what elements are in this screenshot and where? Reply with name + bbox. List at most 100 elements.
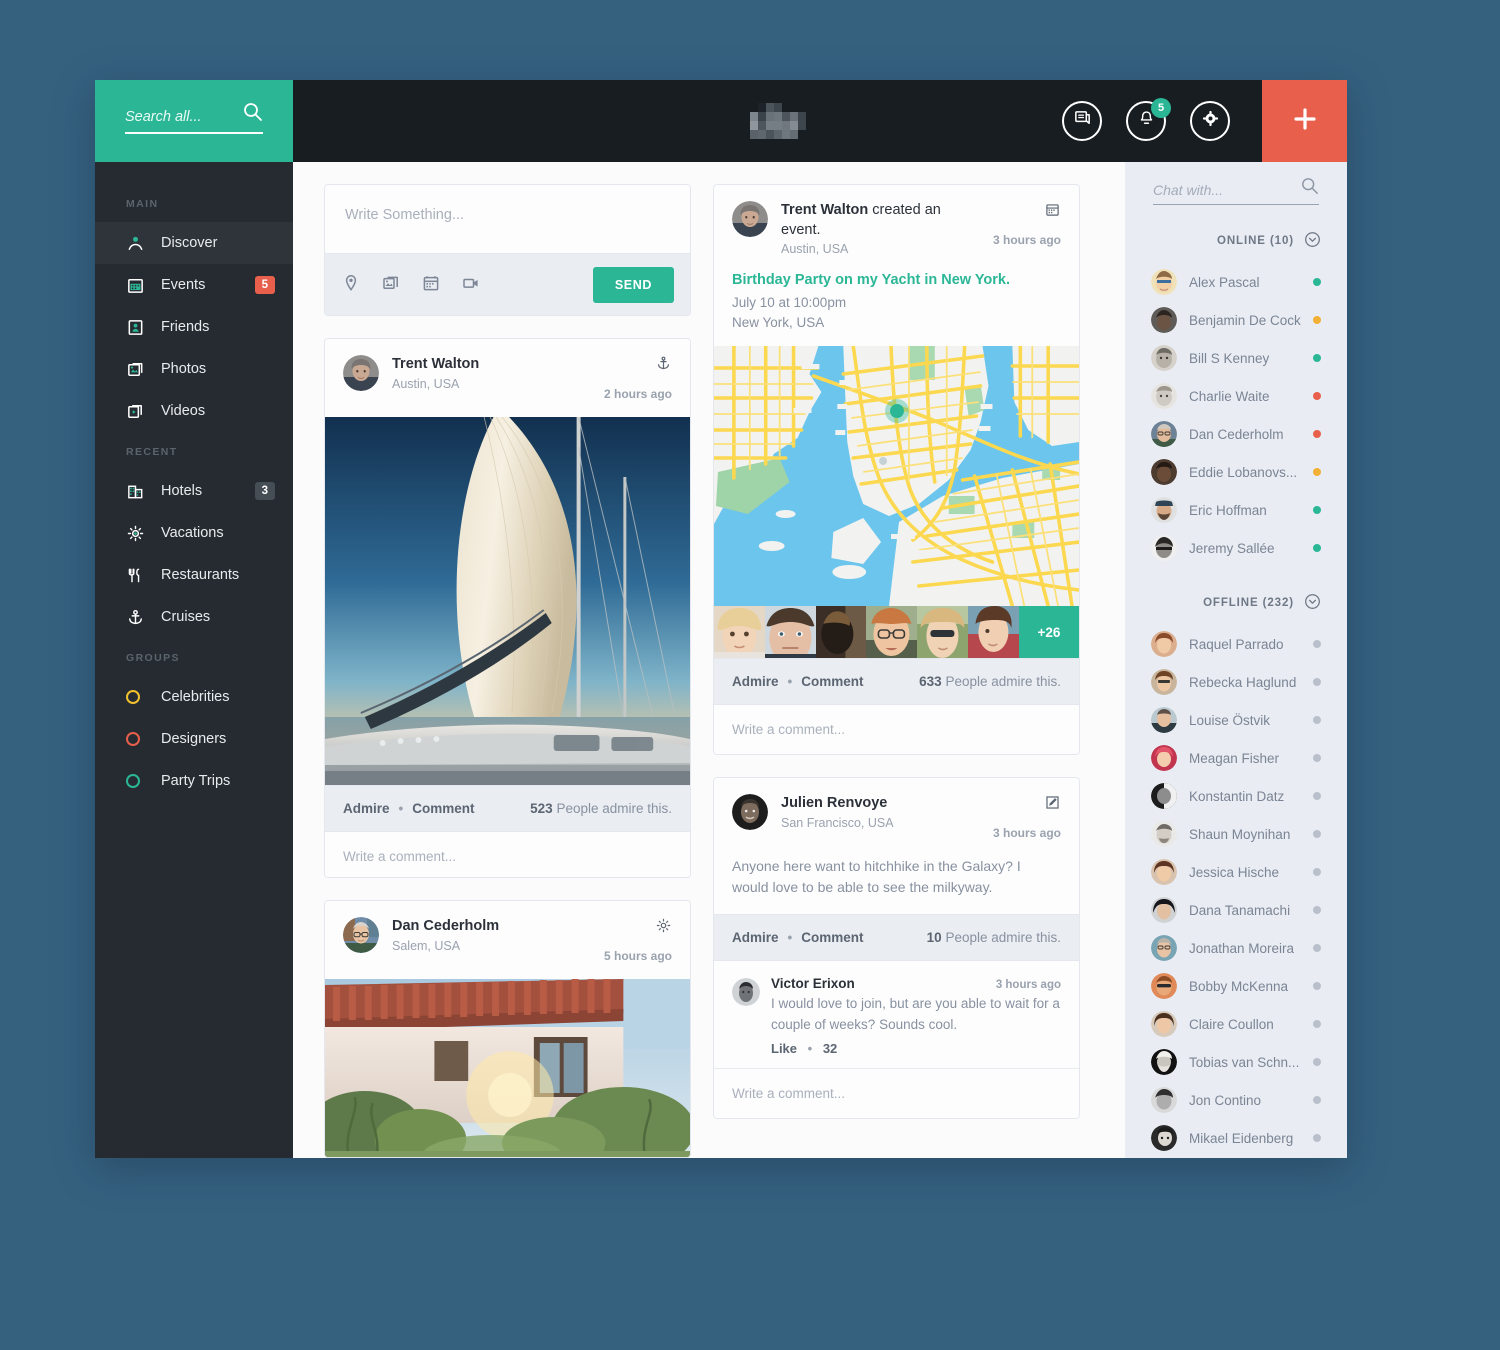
comment-button[interactable]: Comment — [801, 930, 863, 945]
avatar — [1151, 497, 1177, 523]
chat-online-header[interactable]: ONLINE (10) — [1125, 205, 1347, 263]
post-media-villa-garden-photo[interactable] — [325, 978, 690, 1157]
location-icon[interactable] — [341, 273, 361, 298]
messages-button[interactable] — [1062, 101, 1102, 141]
chat-contact-benjamin-de-cock[interactable]: Benjamin De Cock — [1125, 301, 1347, 339]
chevron-down-icon[interactable] — [1304, 231, 1321, 251]
sidebar-item-cruises[interactable]: Cruises — [95, 596, 293, 638]
avatar[interactable] — [343, 355, 379, 392]
chat-offline-header[interactable]: OFFLINE (232) — [1125, 567, 1347, 625]
calendar-icon[interactable] — [421, 273, 441, 298]
sidebar-item-label: Friends — [161, 319, 210, 335]
avatar[interactable] — [343, 916, 379, 953]
chat-contact-claire-coullon[interactable]: Claire Coullon — [1125, 1005, 1347, 1043]
chat-contact-meagan-fisher[interactable]: Meagan Fisher — [1125, 739, 1347, 777]
sidebar-item-celebrities[interactable]: Celebrities — [95, 676, 293, 718]
notifications-button[interactable]: 5 — [1126, 98, 1171, 141]
chevron-down-icon[interactable] — [1304, 593, 1321, 613]
chat-contact-bill-s-kenney[interactable]: Bill S Kenney — [1125, 339, 1347, 377]
avatar — [1151, 1125, 1177, 1151]
avatar[interactable] — [732, 978, 760, 1007]
attendees-overflow-count[interactable]: +26 — [1018, 606, 1079, 659]
event-map-new-york[interactable] — [714, 346, 1079, 607]
chat-contact-jon-contino[interactable]: Jon Contino — [1125, 1081, 1347, 1119]
avatar[interactable] — [732, 201, 768, 237]
comment-button[interactable]: Comment — [412, 801, 474, 816]
sidebar-item-restaurants[interactable]: Restaurants — [95, 554, 293, 596]
chat-contact-dana-tanamachi[interactable]: Dana Tanamachi — [1125, 891, 1347, 929]
search-input[interactable] — [125, 108, 237, 125]
admire-button[interactable]: Admire — [343, 801, 390, 816]
photo-icon[interactable] — [381, 273, 401, 298]
composer-input[interactable]: Write Something... — [325, 185, 690, 253]
sidebar-item-photos[interactable]: Photos — [95, 348, 293, 390]
attendee-avatar[interactable] — [714, 606, 770, 659]
status-dot-busy — [1313, 430, 1321, 438]
search-field-wrapper[interactable] — [125, 102, 263, 134]
hotel-icon — [126, 482, 148, 501]
sidebar-item-discover[interactable]: Discover — [95, 222, 293, 264]
sidebar-section-main-title: MAIN — [126, 198, 159, 210]
chat-contact-name: Alex Pascal — [1189, 274, 1260, 290]
settings-button[interactable] — [1190, 101, 1230, 141]
chat-search-input[interactable] — [1153, 182, 1285, 198]
admire-count-number: 633 — [919, 674, 942, 690]
post-media-yacht-sail-photo[interactable] — [325, 417, 690, 786]
create-button[interactable] — [1262, 80, 1347, 162]
comment-content: Victor Erixon 3 hours ago I would love t… — [771, 976, 1061, 1056]
chat-contact-konstantin-datz[interactable]: Konstantin Datz — [1125, 777, 1347, 815]
anchor-icon — [655, 355, 672, 377]
post-timestamp: 3 hours ago — [992, 233, 1061, 247]
sidebar-item-label: Designers — [161, 731, 227, 747]
chat-contact-tobias-van-schn[interactable]: Tobias van Schn... — [1125, 1043, 1347, 1081]
comment-input[interactable]: Write a comment... — [714, 705, 1079, 755]
sidebar-item-videos[interactable]: Videos — [95, 390, 293, 432]
sidebar-item-party-trips[interactable]: Party Trips — [95, 760, 293, 802]
chat-search-wrapper[interactable] — [1153, 178, 1319, 205]
video-icon[interactable] — [461, 273, 481, 298]
post-author-name: Julien Renvoye — [781, 795, 888, 812]
attendee-avatar[interactable] — [760, 606, 821, 665]
send-button[interactable]: SEND — [592, 267, 674, 303]
comment-button[interactable]: Comment — [801, 674, 863, 689]
sidebar-item-vacations[interactable]: Vacations — [95, 512, 293, 554]
post-timestamp: 5 hours ago — [603, 948, 672, 963]
chat-contact-jessica-hische[interactable]: Jessica Hische — [1125, 853, 1347, 891]
attendee-avatar[interactable] — [861, 606, 922, 659]
attendee-avatar[interactable] — [811, 606, 872, 659]
attendee-avatar[interactable] — [912, 606, 973, 659]
sidebar-item-hotels[interactable]: Hotels 3 — [95, 470, 293, 512]
comment-item: Victor Erixon 3 hours ago I would love t… — [714, 961, 1079, 1068]
chat-contact-raquel-parrado[interactable]: Raquel Parrado — [1125, 625, 1347, 663]
sidebar-item-designers[interactable]: Designers — [95, 718, 293, 760]
comment-input[interactable]: Write a comment... — [325, 832, 690, 877]
sidebar-item-events[interactable]: Events 5 — [95, 264, 293, 306]
chat-contact-charlie-waite[interactable]: Charlie Waite — [1125, 377, 1347, 415]
chat-contact-shaun-moynihan[interactable]: Shaun Moynihan — [1125, 815, 1347, 853]
avatar — [1151, 1011, 1177, 1037]
chat-contact-jonathan-moreira[interactable]: Jonathan Moreira — [1125, 929, 1347, 967]
chat-contact-alex-pascal[interactable]: Alex Pascal — [1125, 263, 1347, 301]
like-count: 32 — [822, 1040, 838, 1056]
attendee-avatar[interactable] — [963, 606, 1024, 659]
chat-contact-bobby-mckenna[interactable]: Bobby McKenna — [1125, 967, 1347, 1005]
admire-count: 10 People admire this. — [927, 930, 1061, 945]
chat-contact-rebecka-haglund[interactable]: Rebecka Haglund — [1125, 663, 1347, 701]
chat-contact-mikael-eidenberg[interactable]: Mikael Eidenberg — [1125, 1119, 1347, 1157]
chat-contact-name: Jessica Hische — [1189, 864, 1280, 880]
avatar — [1151, 669, 1177, 695]
chat-contact-eddie-lobanovs[interactable]: Eddie Lobanovs... — [1125, 453, 1347, 491]
event-title[interactable]: Birthday Party on my Yacht in New York. — [732, 272, 1061, 288]
admire-button[interactable]: Admire — [732, 674, 779, 689]
avatar[interactable] — [732, 794, 768, 831]
chat-contact-jeremy-sallee[interactable]: Jeremy Sallée — [1125, 529, 1347, 567]
admire-button[interactable]: Admire — [732, 930, 779, 945]
chat-contact-louise-ostvik[interactable]: Louise Östvik — [1125, 701, 1347, 739]
like-button[interactable]: Like — [771, 1041, 797, 1056]
comment-input[interactable]: Write a comment... — [714, 1068, 1079, 1118]
admire-count-suffix: People admire this. — [945, 930, 1061, 946]
chat-contact-eric-hoffman[interactable]: Eric Hoffman — [1125, 491, 1347, 529]
chat-contact-dan-cederholm[interactable]: Dan Cederholm — [1125, 415, 1347, 453]
chat-contact-name: Rebecka Haglund — [1189, 674, 1297, 690]
sidebar-item-friends[interactable]: Friends — [95, 306, 293, 348]
